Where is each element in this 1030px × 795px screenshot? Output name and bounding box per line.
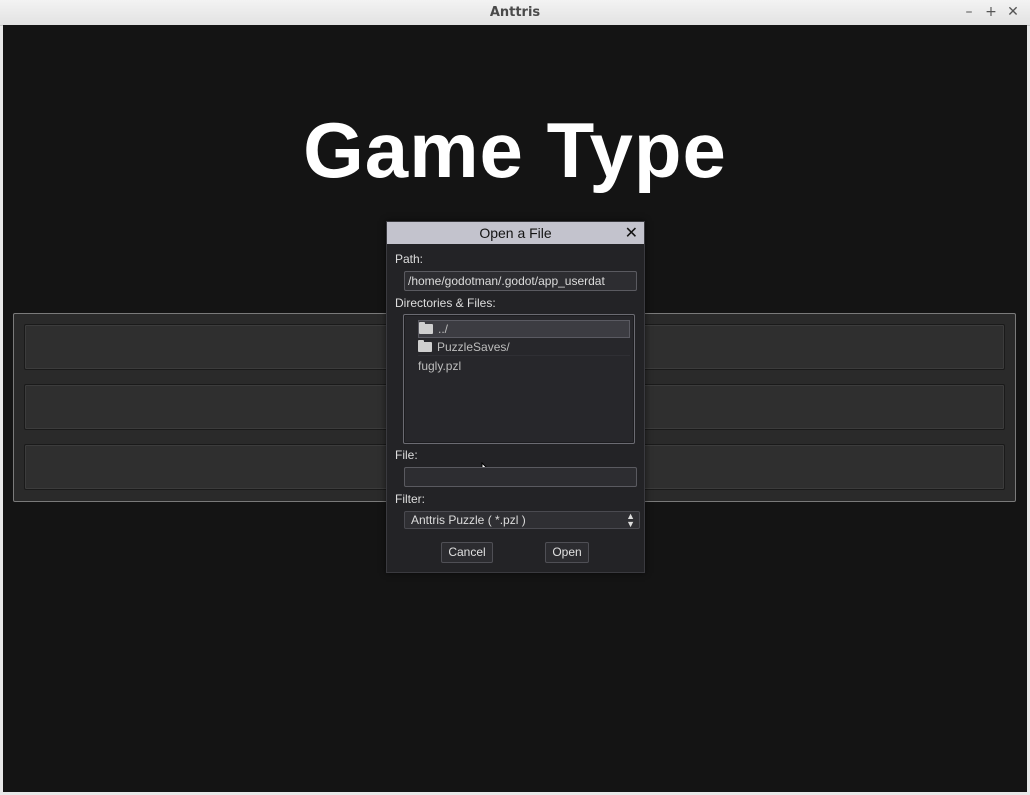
list-item-label: fugly.pzl <box>418 359 462 373</box>
list-item-label: ../ <box>438 322 449 336</box>
path-label: Path: <box>395 252 424 266</box>
filter-label: Filter: <box>395 492 425 506</box>
minimize-icon[interactable]: – <box>960 3 978 21</box>
open-file-dialog: Open a File ✕ Path: /home/godotman/.godo… <box>386 221 645 573</box>
cancel-button[interactable]: Cancel <box>441 542 493 563</box>
list-item-parent-dir[interactable]: ../ <box>418 320 630 338</box>
open-button[interactable]: Open <box>545 542 589 563</box>
updown-arrows-icon: ▲ ▼ <box>626 511 635 529</box>
filter-select[interactable]: Anttris Puzzle ( *.pzl ) ▲ ▼ <box>404 511 640 529</box>
directories-files-label: Directories & Files: <box>395 296 496 310</box>
path-field[interactable]: /home/godotman/.godot/app_userdat <box>404 271 637 291</box>
window-title: Anttris <box>489 5 541 20</box>
title-bar: Anttris – + ✕ <box>0 0 1030 26</box>
app-window: Anttris – + ✕ Game Type Open a File ✕ Pa… <box>0 0 1030 795</box>
list-item-fugly-pzl[interactable]: fugly.pzl <box>418 358 630 374</box>
filter-selected-value: Anttris Puzzle ( *.pzl ) <box>411 513 526 527</box>
list-item-puzzlesaves[interactable]: PuzzleSaves/ <box>418 339 630 356</box>
close-window-icon[interactable]: ✕ <box>1004 3 1022 21</box>
file-list[interactable]: ../ PuzzleSaves/ fugly.pzl <box>403 314 635 480</box>
close-icon[interactable]: ✕ <box>625 222 638 244</box>
list-item-label: PuzzleSaves/ <box>437 340 510 354</box>
folder-icon <box>418 340 432 352</box>
page-title: Game Type <box>303 106 727 194</box>
file-label: File: <box>395 448 418 462</box>
dialog-title: Open a File <box>387 222 644 244</box>
file-name-input[interactable] <box>404 467 637 487</box>
folder-icon <box>419 322 433 334</box>
maximize-icon[interactable]: + <box>982 3 1000 21</box>
